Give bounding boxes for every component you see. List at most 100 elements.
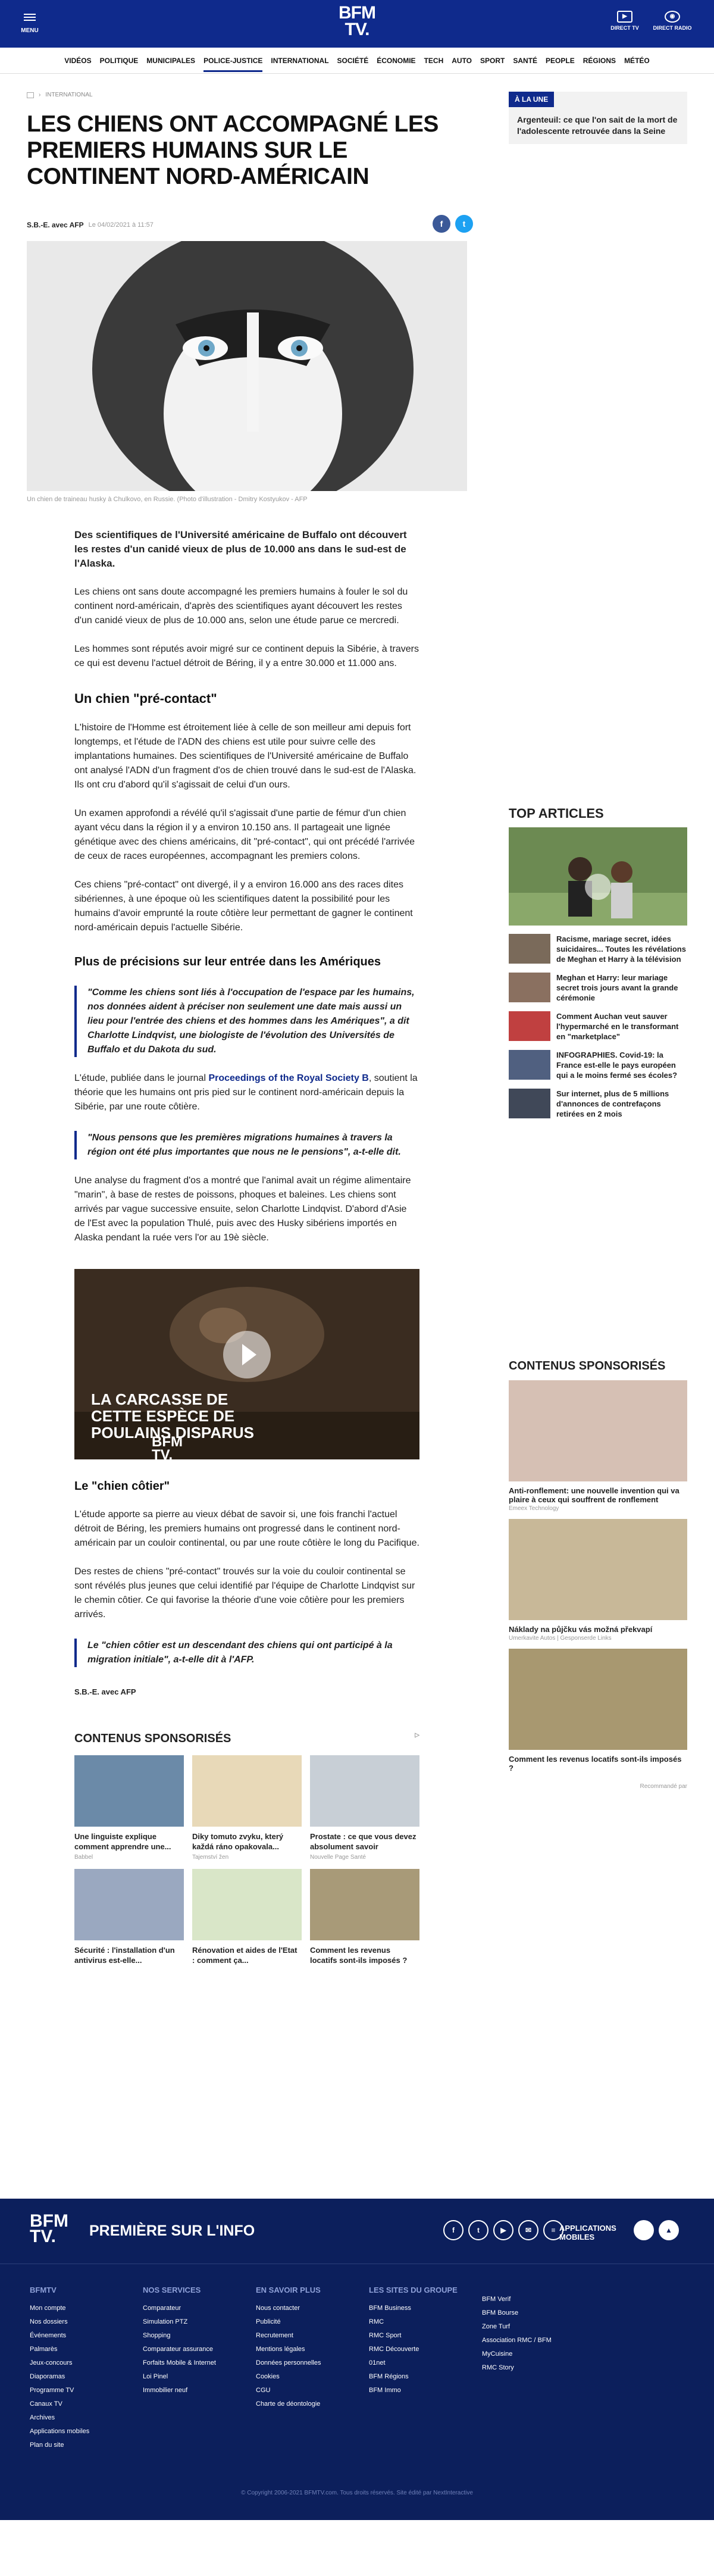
footer-link[interactable]: Palmarès [30, 2343, 143, 2356]
nav-item[interactable]: SOCIÉTÉ [337, 57, 369, 65]
footer-link[interactable]: Simulation PTZ [143, 2315, 256, 2329]
top-article-thumb [509, 973, 550, 1002]
nav-item[interactable]: AUTO [452, 57, 472, 65]
footer-link[interactable]: Diaporamas [30, 2370, 143, 2384]
footer-link[interactable]: Applications mobiles [30, 2425, 143, 2439]
play-icon[interactable] [223, 1331, 271, 1378]
footer-link[interactable]: Recrutement [256, 2329, 369, 2343]
sponsored-card[interactable]: Comment les revenus locatifs sont-ils im… [310, 1869, 419, 1968]
footer-link[interactable]: Charte de déontologie [256, 2397, 369, 2411]
footer: BFM TV. PREMIÈRE SUR L'INFO f t ▶ ✉ ≡ APP… [0, 2199, 714, 2520]
footer-link[interactable]: RMC [369, 2315, 482, 2329]
facebook-icon[interactable]: f [443, 2220, 464, 2240]
sponsored-card[interactable]: Rénovation et aides de l'Etat : comment … [192, 1869, 302, 1968]
footer-link[interactable]: Événements [30, 2329, 143, 2343]
apple-icon[interactable] [634, 2220, 654, 2240]
video-player[interactable]: LA CARCASSE DE CETTE ESPÈCE DE POULAINS … [74, 1269, 419, 1459]
facebook-icon[interactable]: f [433, 215, 450, 233]
top-article-image[interactable] [509, 827, 687, 926]
footer-link[interactable]: Plan du site [30, 2439, 143, 2452]
footer-link[interactable]: Archives [30, 2411, 143, 2425]
footer-link[interactable]: Mon compte [30, 2302, 143, 2315]
sponsored-card[interactable]: Sécurité : l'installation d'un antivirus… [74, 1869, 184, 1968]
nav-item[interactable]: PEOPLE [546, 57, 575, 65]
footer-link[interactable]: Programme TV [30, 2384, 143, 2397]
a-la-une[interactable]: À LA UNE Argenteuil: ce que l'on sait de… [509, 92, 687, 144]
journal-link[interactable]: Proceedings of the Royal Society B [208, 1073, 368, 1083]
footer-logo[interactable]: BFM TV. [30, 2212, 68, 2246]
footer-link[interactable]: Nous contacter [256, 2302, 369, 2315]
twitter-icon[interactable]: t [468, 2220, 488, 2240]
mail-icon[interactable]: ✉ [518, 2220, 538, 2240]
sidebar-sponsored-card[interactable]: Náklady na půjčku vás možná překvapí Umer… [509, 1519, 687, 1642]
top-article-item[interactable]: Meghan et Harry: leur mariage secret tro… [509, 973, 687, 1003]
footer-link[interactable]: MyCuisine [482, 2347, 595, 2361]
sponsored-headline: Anti-ronflement: une nouvelle invention … [509, 1486, 679, 1504]
footer-link[interactable]: 01net [369, 2356, 482, 2370]
text: L'étude, publiée dans le journal [74, 1073, 209, 1083]
footer-link[interactable]: Publicité [256, 2315, 369, 2329]
twitter-icon[interactable]: t [455, 215, 473, 233]
footer-link[interactable]: CGU [256, 2384, 369, 2397]
footer-link[interactable]: Nos dossiers [30, 2315, 143, 2329]
footer-link[interactable]: Zone Turf [482, 2320, 595, 2334]
android-icon[interactable]: ▲ [659, 2220, 679, 2240]
sponsored-card[interactable]: Diky tomuto zvyku, který každá ráno opak… [192, 1755, 302, 1861]
nav-item[interactable]: POLICE-JUSTICE [203, 49, 263, 72]
sponsored-image [192, 1755, 302, 1827]
sidebar-sponsored-card[interactable]: Anti-ronflement: une nouvelle invention … [509, 1380, 687, 1512]
footer-link[interactable]: BFM Business [369, 2302, 482, 2315]
footer-link[interactable]: Cookies [256, 2370, 369, 2384]
top-article-item[interactable]: Sur internet, plus de 5 millions d'annon… [509, 1089, 687, 1119]
footer-link[interactable]: RMC Sport [369, 2329, 482, 2343]
top-article-item[interactable]: INFOGRAPHIES. Covid-19: la France est-el… [509, 1050, 687, 1080]
youtube-icon[interactable]: ▶ [493, 2220, 513, 2240]
footer-link[interactable]: Loi Pinel [143, 2370, 256, 2384]
menu-button[interactable]: MENU [18, 12, 42, 35]
footer-link[interactable]: Forfaits Mobile & Internet [143, 2356, 256, 2370]
nav-item[interactable]: MÉTÉO [624, 57, 650, 65]
footer-link[interactable]: Comparateur [143, 2302, 256, 2315]
footer-link[interactable]: Jeux-concours [30, 2356, 143, 2370]
footer-link[interactable]: BFM Immo [369, 2384, 482, 2397]
footer-link[interactable]: BFM Régions [369, 2370, 482, 2384]
sponsored-card[interactable]: Une linguiste explique comment apprendre… [74, 1755, 184, 1861]
nav-item[interactable]: MUNICIPALES [146, 57, 195, 65]
article-lead: Des scientifiques de l'Université améric… [74, 529, 407, 569]
nav-item[interactable]: TECH [424, 57, 444, 65]
sidebar-sponsored-card[interactable]: Comment les revenus locatifs sont-ils im… [509, 1649, 687, 1772]
footer-link[interactable]: RMC Story [482, 2361, 595, 2375]
play-icon[interactable] [585, 874, 611, 900]
footer-link[interactable]: BFM Verif [482, 2293, 595, 2306]
footer-link[interactable]: BFM Bourse [482, 2306, 595, 2320]
footer-link[interactable]: Mentions légales [256, 2343, 369, 2356]
footer-column-title: NOS SERVICES [143, 2286, 201, 2294]
nav-item[interactable]: INTERNATIONAL [271, 57, 328, 65]
footer-link[interactable]: Association RMC / BFM [482, 2334, 595, 2347]
footer-link[interactable]: RMC Découverte [369, 2343, 482, 2356]
adchoices-icon[interactable]: ▷ [415, 1732, 419, 1746]
footer-link[interactable]: Canaux TV [30, 2397, 143, 2411]
recommended-by[interactable]: Recommandé par [509, 1783, 687, 1790]
direct-radio-button[interactable]: ◉ DIRECT RADIO [649, 11, 696, 31]
footer-link[interactable]: Données personnelles [256, 2356, 369, 2370]
footer-link[interactable]: Shopping [143, 2329, 256, 2343]
footer-logo-line2: TV. [30, 2227, 56, 2246]
nav-item[interactable]: POLITIQUE [100, 57, 139, 65]
breadcrumb-item[interactable]: INTERNATIONAL [45, 92, 92, 98]
sponsored-card[interactable]: Prostate : ce que vous devez absolument … [310, 1755, 419, 1861]
nav-item[interactable]: SPORT [480, 57, 505, 65]
footer-link[interactable]: Immobilier neuf [143, 2384, 256, 2397]
home-icon[interactable] [27, 92, 34, 98]
footer-link[interactable]: Comparateur assurance [143, 2343, 256, 2356]
top-article-item[interactable]: Comment Auchan veut sauver l'hypermarché… [509, 1011, 687, 1042]
nav-item[interactable]: SANTÉ [513, 57, 537, 65]
footer-columns: BFMTV Mon compte Nos dossiers Événements Pal… [0, 2264, 714, 2452]
site-logo[interactable]: BFM TV. [339, 4, 376, 39]
top-article-item[interactable]: Racisme, mariage secret, idées suicidair… [509, 934, 687, 964]
direct-tv-button[interactable]: ▶ DIRECT TV [601, 11, 649, 31]
nav-item[interactable]: ÉCONOMIE [377, 57, 415, 65]
nav-item[interactable]: RÉGIONS [583, 57, 616, 65]
nav-item[interactable]: VIDÉOS [64, 57, 91, 65]
sponsored-image [192, 1869, 302, 1940]
